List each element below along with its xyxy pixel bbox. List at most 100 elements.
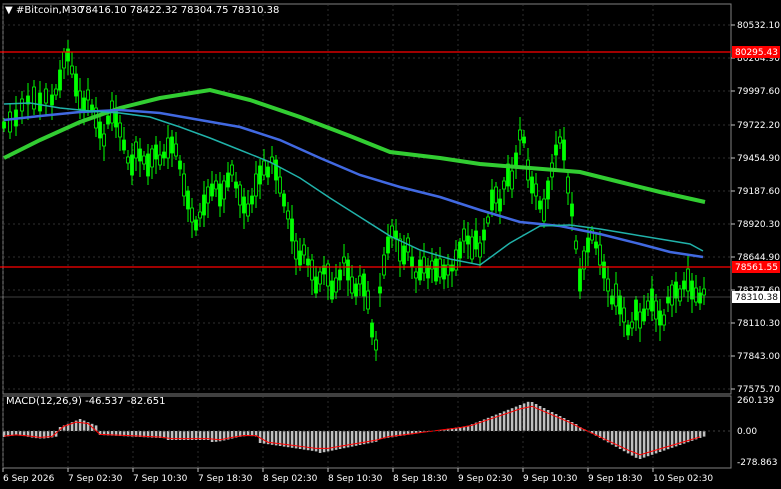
candle-body <box>402 245 406 265</box>
candle-body <box>430 260 434 270</box>
candle-body <box>594 241 598 249</box>
candle-body <box>258 165 262 185</box>
candle-body <box>314 276 318 294</box>
candle-body <box>230 164 234 176</box>
candle-body <box>518 129 522 141</box>
candle-body <box>266 166 270 178</box>
candle-body <box>478 242 482 258</box>
candle-body <box>462 228 466 242</box>
candle-body <box>654 300 658 320</box>
candle-body <box>98 121 102 139</box>
candle-body <box>50 94 54 106</box>
price-tick-label: 80532.10 <box>737 21 780 31</box>
price-tick-label: 79187.60 <box>737 187 780 197</box>
macd-hist-bar <box>214 431 218 442</box>
candle-body <box>262 160 266 176</box>
candle-body <box>190 207 194 223</box>
candle-body <box>102 133 106 147</box>
macd-hist-bar <box>378 431 382 439</box>
candle-body <box>574 240 578 250</box>
candle-body <box>354 283 358 297</box>
candle-body <box>422 256 426 274</box>
svg-text:80295.43: 80295.43 <box>735 48 778 58</box>
candle-body <box>378 286 382 294</box>
candle-body <box>678 288 682 302</box>
candle-body <box>254 173 258 197</box>
candle-body <box>370 322 374 338</box>
candle-body <box>150 148 154 168</box>
candle-body <box>274 159 278 181</box>
candle-body <box>58 69 62 91</box>
candle-body <box>126 156 130 164</box>
candle-body <box>510 170 514 190</box>
time-tick-label: 8 Sep 18:30 <box>393 474 448 484</box>
candle-body <box>566 176 570 194</box>
candle-body <box>298 250 302 266</box>
candle-body <box>282 193 286 207</box>
candle-body <box>410 256 414 268</box>
candle-body <box>554 144 558 156</box>
candle-body <box>146 153 150 177</box>
candle-body <box>162 151 166 159</box>
candle-body <box>426 265 430 279</box>
macd-hist-bar <box>322 431 326 453</box>
candle-body <box>474 230 478 250</box>
candle-body <box>182 173 186 197</box>
candle-body <box>346 259 350 281</box>
candle-body <box>166 137 170 159</box>
time-tick-label: 9 Sep 18:30 <box>588 474 643 484</box>
macd-tick-label: 0.00 <box>737 427 757 437</box>
candle-body <box>350 276 354 294</box>
macd-tick-label: -278.863 <box>737 458 777 468</box>
time-tick-label: 7 Sep 10:30 <box>133 474 188 484</box>
candle-body <box>206 186 210 204</box>
candle-body <box>86 89 90 101</box>
macd-tick-label: 260.139 <box>737 396 774 406</box>
candle-body <box>186 190 190 210</box>
candle-body <box>586 237 590 253</box>
candle-body <box>630 321 634 329</box>
time-tick-label: 8 Sep 10:30 <box>328 474 383 484</box>
candle-body <box>522 136 526 144</box>
candle-body <box>62 51 66 69</box>
svg-text:78561.55: 78561.55 <box>735 263 778 273</box>
time-tick-label: 8 Sep 02:30 <box>263 474 318 484</box>
candle-body <box>638 311 642 329</box>
candle-body <box>158 154 162 166</box>
upper-line-label: 80295.43 <box>732 46 780 58</box>
candle-body <box>366 290 370 310</box>
candle-body <box>66 48 70 62</box>
chart-collapse-icon[interactable]: ▼ <box>5 5 13 16</box>
candle-body <box>44 88 48 104</box>
candle-body <box>170 136 174 154</box>
candle-body <box>362 273 366 297</box>
price-tick-label: 77575.70 <box>737 385 780 395</box>
candle-body <box>494 186 498 204</box>
candle-body <box>130 154 134 176</box>
candle-body <box>214 180 218 190</box>
candle-body <box>210 183 214 197</box>
macd-hist-bar <box>210 431 214 442</box>
svg-text:78310.38: 78310.38 <box>735 293 778 303</box>
macd-hist-bar <box>262 431 266 444</box>
time-tick-label: 9 Sep 02:30 <box>458 474 513 484</box>
candle-body <box>302 244 306 256</box>
time-tick-label: 10 Sep 02:30 <box>653 474 713 484</box>
candle-body <box>138 148 142 162</box>
candle-body <box>358 275 362 285</box>
candle-body <box>414 271 418 279</box>
ma-slow-line <box>3 87 706 204</box>
candle-body <box>482 229 486 241</box>
candle-body <box>538 200 542 210</box>
candle-body <box>614 283 618 307</box>
candle-body <box>20 98 24 112</box>
candle-body <box>582 250 586 270</box>
macd-label: MACD(12,26,9) -46.537 -82.651 <box>6 396 166 407</box>
candlestick-series[interactable] <box>2 40 706 361</box>
candle-body <box>222 180 226 200</box>
candle-body <box>174 143 178 157</box>
candle-body <box>502 180 506 190</box>
candle-body <box>330 280 334 300</box>
macd-hist-bar <box>318 431 322 453</box>
candle-body <box>498 198 502 212</box>
